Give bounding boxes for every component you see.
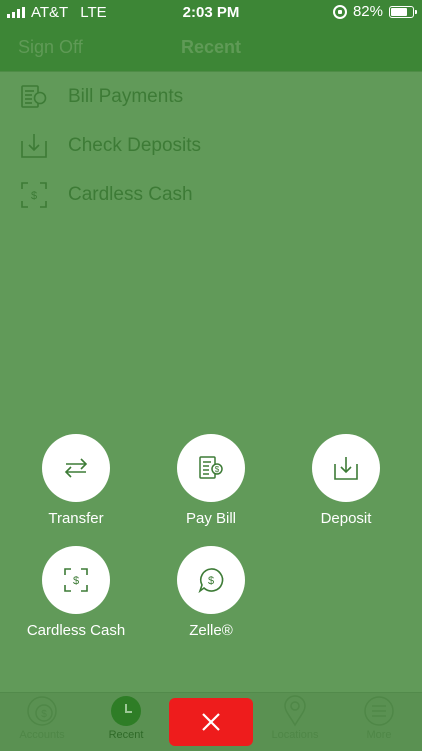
deposit-button[interactable]: Deposit [278, 434, 414, 527]
location-pin-icon [284, 695, 306, 727]
action-label: Pay Bill [185, 510, 237, 527]
cardless-cash-icon: $ [64, 568, 88, 592]
zelle-icon: $ [198, 568, 224, 594]
nav-bar: Sign Off Recent [0, 24, 422, 71]
menu-item-label: Cardless Cash [68, 184, 193, 205]
tab-label: Recent [108, 729, 144, 741]
action-label: Zelle® [189, 622, 233, 639]
cardless-cash-icon: $ [21, 182, 47, 208]
menu-item-label: Bill Payments [68, 86, 184, 107]
zelle-button[interactable]: $ Zelle® [143, 546, 279, 639]
svg-text:$: $ [208, 575, 214, 587]
tab-recent[interactable]: Recent [84, 695, 168, 741]
pay-bill-button[interactable]: $ Pay Bill [143, 434, 279, 527]
tab-label: More [366, 729, 392, 741]
bill-icon [21, 85, 47, 108]
recent-menu-list: Bill Payments Check Deposits $ Cardless … [0, 72, 422, 219]
close-menu-button[interactable] [169, 698, 253, 746]
page-title: Recent [180, 37, 242, 57]
menu-item-cardless-cash[interactable]: $ Cardless Cash [0, 170, 422, 219]
pay-bill-icon: $ [199, 456, 223, 479]
accounts-icon: $ [27, 696, 57, 726]
svg-text:$: $ [31, 190, 37, 202]
close-icon [202, 713, 220, 731]
deposit-icon [21, 134, 47, 158]
tab-more[interactable]: More [337, 695, 421, 741]
tab-locations[interactable]: Locations [253, 695, 337, 741]
menu-icon [364, 696, 394, 726]
svg-text:$: $ [215, 465, 220, 474]
tab-bar: $ Accounts Recent Locations More [0, 692, 422, 751]
menu-item-label: Check Deposits [68, 135, 202, 156]
rotation-lock-icon [332, 4, 347, 19]
battery-percent: 82% [352, 3, 383, 20]
transfer-button[interactable]: Transfer [8, 434, 144, 527]
action-label: Deposit [320, 510, 372, 527]
clock-icon [111, 696, 141, 726]
battery-icon [389, 5, 417, 18]
tab-label: Accounts [19, 729, 65, 741]
menu-item-bill-payments[interactable]: Bill Payments [0, 72, 422, 121]
status-bar: AT&T LTE 2:03 PM 82% [0, 0, 422, 24]
menu-item-check-deposits[interactable]: Check Deposits [0, 121, 422, 170]
action-label: Transfer [48, 510, 104, 527]
transfer-icon [64, 458, 88, 478]
action-label: Cardless Cash [26, 622, 126, 639]
svg-text:$: $ [41, 709, 47, 720]
svg-text:$: $ [73, 575, 79, 587]
deposit-icon [334, 457, 358, 480]
tab-label: Locations [271, 729, 319, 741]
tab-accounts[interactable]: $ Accounts [0, 695, 84, 741]
cardless-cash-button[interactable]: $ Cardless Cash [8, 546, 144, 639]
